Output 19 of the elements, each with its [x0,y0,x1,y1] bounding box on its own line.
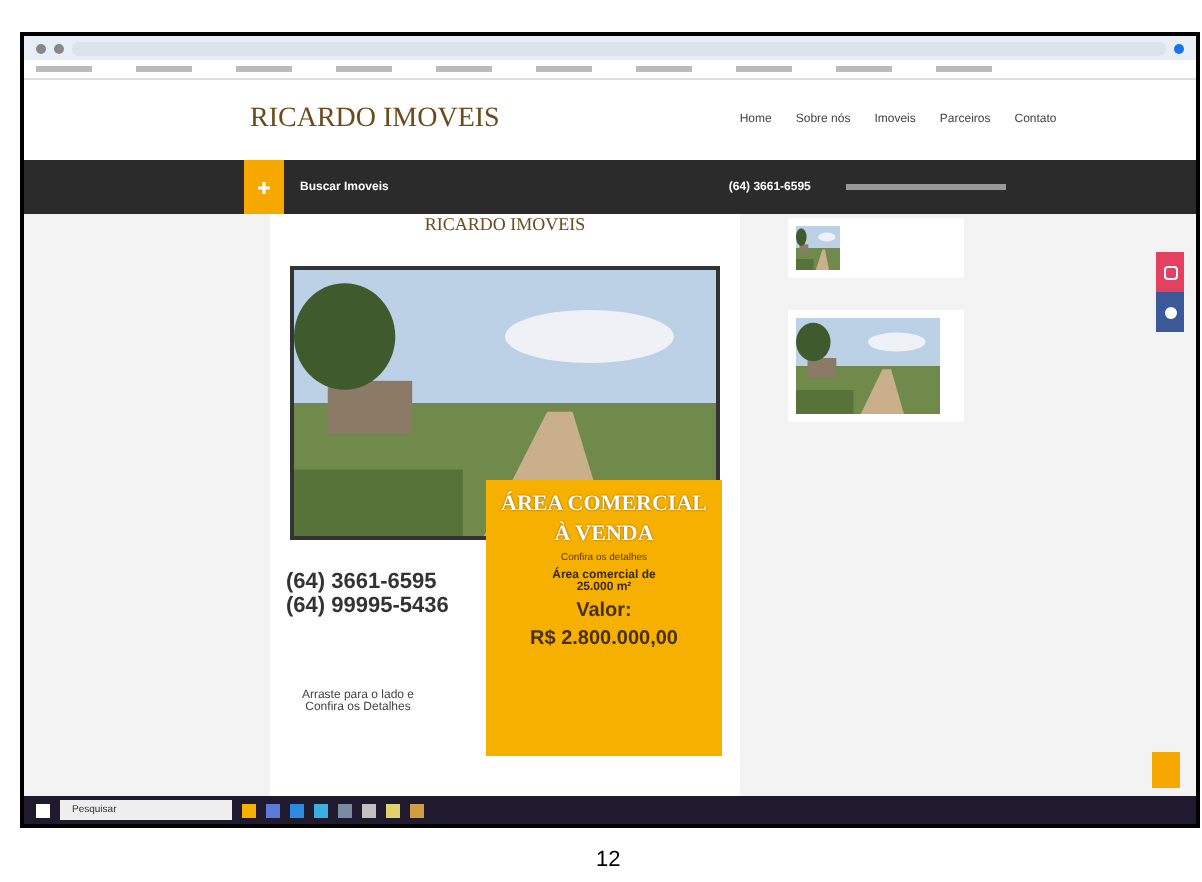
offer-headline: ÁREA COMERCIAL [501,492,707,516]
ad-card[interactable] [788,310,964,422]
site-logo[interactable]: RICARDO IMOVEIS [250,104,500,136]
instagram-button[interactable] [1156,252,1184,292]
facebook-button[interactable] [1156,292,1184,332]
flyer-logo: RICARDO IMOVEIS [424,214,586,234]
phone-number: (64) 99995-5436 [286,594,449,618]
page-number: 12 [596,848,621,872]
price-label: Valor: [576,600,632,622]
plus-icon [258,181,270,193]
profile-icon[interactable] [1174,43,1184,53]
offer-headline: À VENDA [554,522,654,546]
circle-icon [1163,305,1177,319]
price-value: R$ 2.800.000,00 [530,628,678,650]
start-icon[interactable] [36,803,50,817]
camera-icon [1163,265,1177,279]
phone-number: (64) 3661-6595 [286,570,439,594]
listing-preview[interactable] [788,218,964,278]
plus-button[interactable] [244,160,284,214]
